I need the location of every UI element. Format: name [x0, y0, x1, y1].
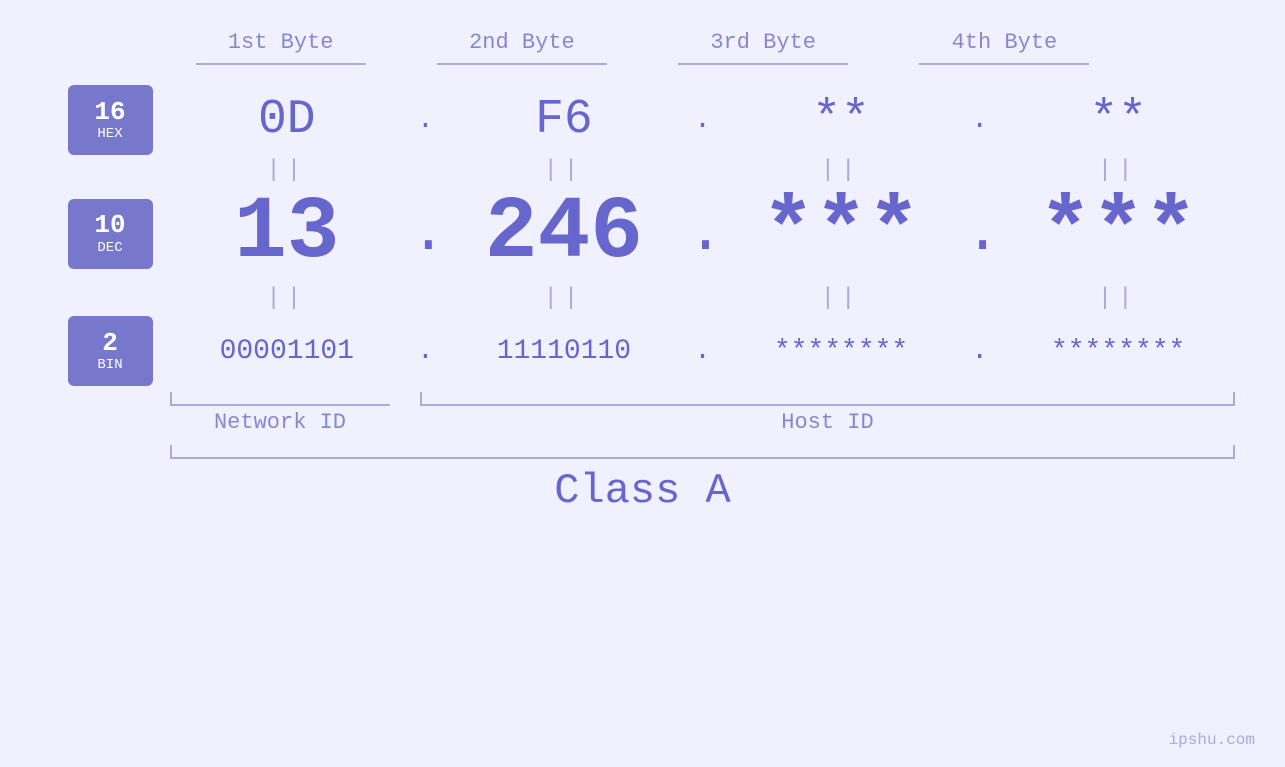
class-bracket-container [0, 445, 1285, 459]
dec-badge: 10 DEC [68, 199, 153, 269]
bottom-bracket-row [0, 392, 1285, 406]
bin-byte-1: 00001101 [177, 336, 397, 367]
hex-byte-3: ** [731, 93, 951, 147]
hex-byte-4: ** [1008, 93, 1228, 147]
dec-dot-1: . [410, 200, 440, 268]
byte-header-3: 3rd Byte [653, 30, 873, 65]
hex-dot-2: . [687, 105, 717, 136]
byte-header-2: 2nd Byte [412, 30, 632, 65]
eq-2-2: || [454, 285, 674, 312]
dec-data-row: 10 DEC 13 . 246 . *** . *** [0, 184, 1285, 283]
hex-dot-3: . [965, 105, 995, 136]
eq-row-2: || || || || [0, 285, 1285, 312]
dec-byte-4: *** [1008, 184, 1228, 283]
bin-data-row: 2 BIN 00001101 . 11110110 . ******** . *… [0, 316, 1285, 386]
eq-row-1: || || || || [0, 157, 1285, 184]
class-label-row: Class A [0, 467, 1285, 515]
header-bracket-3 [678, 63, 848, 65]
watermark: ipshu.com [1169, 731, 1255, 749]
eq-2-1: || [177, 285, 397, 312]
eq-1-1: || [177, 157, 397, 184]
bin-byte-4: ******** [1008, 336, 1228, 367]
header-bracket-4 [919, 63, 1089, 65]
eq-values-2: || || || || [170, 285, 1235, 312]
dec-dot-3: . [965, 200, 995, 268]
hex-values: 0D . F6 . ** . ** [170, 93, 1235, 147]
bin-badge: 2 BIN [68, 316, 153, 386]
bin-badge-col: 2 BIN [50, 316, 170, 386]
header-bracket-2 [437, 63, 607, 65]
class-label: Class A [554, 467, 730, 515]
header-bracket-1 [196, 63, 366, 65]
bin-dot-3: . [965, 336, 995, 367]
bin-byte-2: 11110110 [454, 336, 674, 367]
dec-byte-1: 13 [177, 184, 397, 283]
network-id-bracket [170, 392, 390, 406]
hex-byte-2: F6 [454, 93, 674, 147]
hex-badge-col: 16 HEX [50, 85, 170, 155]
bin-values: 00001101 . 11110110 . ******** . *******… [170, 336, 1235, 367]
byte-header-4: 4th Byte [894, 30, 1114, 65]
class-bracket [170, 445, 1235, 459]
dec-dot-2: . [687, 200, 717, 268]
hex-badge: 16 HEX [68, 85, 153, 155]
eq-2-4: || [1008, 285, 1228, 312]
dec-values: 13 . 246 . *** . *** [170, 184, 1235, 283]
eq-1-3: || [731, 157, 951, 184]
bin-byte-3: ******** [731, 336, 951, 367]
byte-header-1: 1st Byte [171, 30, 391, 65]
hex-dot-1: . [410, 105, 440, 136]
hex-byte-1: 0D [177, 93, 397, 147]
byte-headers-row: 1st Byte 2nd Byte 3rd Byte 4th Byte [0, 30, 1285, 65]
host-id-label: Host ID [420, 410, 1235, 435]
network-id-label: Network ID [170, 410, 390, 435]
dec-badge-col: 10 DEC [50, 199, 170, 269]
dec-byte-3: *** [731, 184, 951, 283]
eq-1-2: || [454, 157, 674, 184]
eq-1-4: || [1008, 157, 1228, 184]
eq-values-1: || || || || [170, 157, 1235, 184]
main-container: 1st Byte 2nd Byte 3rd Byte 4th Byte 16 H… [0, 0, 1285, 767]
hex-data-row: 16 HEX 0D . F6 . ** . ** [0, 85, 1285, 155]
dec-byte-2: 246 [454, 184, 674, 283]
bin-dot-1: . [410, 336, 440, 367]
bin-dot-2: . [687, 336, 717, 367]
id-label-row: Network ID Host ID [0, 410, 1285, 435]
eq-2-3: || [731, 285, 951, 312]
host-id-bracket [420, 392, 1235, 406]
